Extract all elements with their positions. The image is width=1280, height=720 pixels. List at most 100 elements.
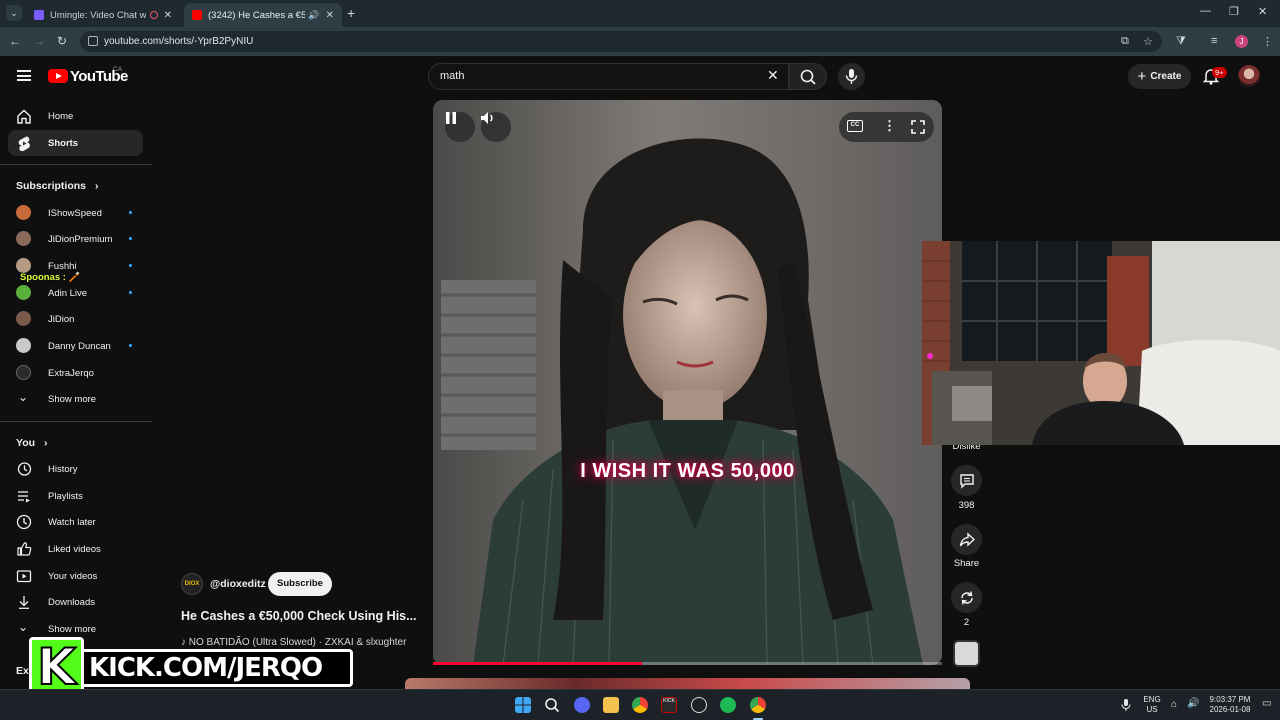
closed-captions-icon[interactable]: CC: [847, 120, 863, 132]
sidebar-item-history[interactable]: History: [8, 456, 143, 482]
discord-icon[interactable]: [574, 697, 590, 713]
sidebar-item-jidion[interactable]: JiDion: [8, 306, 143, 332]
tab-audio-icon[interactable]: 🔊: [308, 10, 319, 21]
minimize-window-icon[interactable]: —: [1200, 5, 1211, 17]
speaker-icon[interactable]: 🔊: [1187, 699, 1199, 709]
subscriptions-heading[interactable]: Subscriptions ›: [16, 180, 98, 192]
you-title: You: [16, 437, 36, 449]
video-title[interactable]: He Cashes a €50,000 Check Using His...: [181, 609, 417, 623]
player-top-right-controls: CC ⋮: [839, 112, 934, 142]
tab-search-dropdown-icon[interactable]: ⌄: [6, 5, 22, 21]
sidebar-item-danny-duncan[interactable]: Danny Duncan: [8, 333, 143, 359]
sidebar-item-label: Fushhi: [48, 261, 77, 272]
video-progress-fill: [433, 662, 642, 665]
sidebar-item-label: ExtraJerqo: [48, 368, 94, 379]
sidebar-item-downloads[interactable]: Downloads: [8, 589, 143, 615]
obs-icon[interactable]: [691, 697, 707, 713]
share-label: Share: [953, 558, 980, 569]
close-window-icon[interactable]: ✕: [1258, 5, 1267, 18]
app-icon[interactable]: KICK: [661, 697, 677, 713]
next-short-preview[interactable]: [405, 678, 970, 689]
close-tab-icon[interactable]: ✕: [164, 10, 172, 21]
browser-profile-avatar[interactable]: J: [1235, 35, 1248, 48]
kick-banner-text: KICK.COM/JERQO: [78, 649, 353, 687]
country-code: CA: [113, 66, 123, 73]
system-clock[interactable]: 9:03:37 PM 2026-01-08: [1204, 695, 1256, 715]
comments-button[interactable]: [951, 465, 982, 496]
voice-search-button[interactable]: [838, 63, 865, 90]
channel-avatar[interactable]: DIOX: [181, 573, 203, 595]
original-sound-thumbnail[interactable]: [953, 640, 980, 667]
sidebar-item-extrajerqo[interactable]: ExtraJerqo: [8, 360, 143, 386]
live-indicator: [129, 344, 132, 347]
shorts-video-player[interactable]: CC ⋮ I WISH IT WAS 50,000: [433, 100, 942, 665]
subscribe-button[interactable]: Subscribe: [268, 572, 332, 596]
chevron-down-icon: ⌄: [18, 620, 29, 634]
media-controls-icon[interactable]: ≡: [1211, 35, 1217, 47]
sidebar-item-ishowspeed[interactable]: IShowSpeed: [8, 200, 143, 226]
url-text: youtube.com/shorts/-YprB2PyNIU: [104, 36, 254, 47]
search-icon[interactable]: [544, 697, 560, 713]
create-button[interactable]: + Create: [1128, 64, 1191, 89]
sidebar-item-adin-live[interactable]: Adin Live: [8, 280, 143, 306]
reload-button[interactable]: ↻: [57, 34, 67, 48]
more-options-icon[interactable]: ⋮: [883, 118, 896, 134]
notification-center-icon[interactable]: ▭: [1262, 699, 1271, 709]
browser-menu-icon[interactable]: ⋮: [1262, 35, 1273, 48]
sidebar-item-label: Shorts: [48, 138, 79, 149]
bookmark-star-icon[interactable]: ☆: [1143, 35, 1153, 48]
sidebar-item-label: History: [48, 464, 78, 475]
input-language[interactable]: ENG US: [1141, 695, 1163, 715]
close-tab-icon[interactable]: ✕: [326, 10, 334, 21]
forward-button[interactable]: →: [33, 34, 45, 48]
pause-button[interactable]: [445, 112, 475, 142]
address-bar[interactable]: youtube.com/shorts/-YprB2PyNIU: [80, 31, 1162, 52]
sidebar-item-your-videos[interactable]: Your videos: [8, 563, 143, 589]
video-progress-bar[interactable]: [433, 662, 942, 665]
back-button[interactable]: ←: [9, 34, 21, 48]
network-icon[interactable]: ⌂: [1171, 700, 1177, 710]
tab-title: (3242) He Cashes a €50,000: [208, 9, 306, 21]
file-explorer-icon[interactable]: [603, 697, 619, 713]
channel-avatar: [16, 205, 31, 220]
youtube-favicon-icon: [192, 10, 202, 20]
new-tab-button[interactable]: +: [347, 5, 355, 21]
extensions-icon[interactable]: ⧩: [1176, 35, 1186, 48]
browser-tab-youtube[interactable]: (3242) He Cashes a €50,000 🔊 ✕: [184, 3, 342, 27]
sidebar-item-home[interactable]: Home: [8, 103, 143, 129]
video-caption-text: I WISH IT WAS 50,000: [580, 460, 795, 482]
sidebar-item-label: Danny Duncan: [48, 341, 111, 352]
sidebar-item-label: Watch later: [48, 517, 96, 528]
sidebar-item-playlists[interactable]: Playlists: [8, 483, 143, 509]
you-heading[interactable]: You ›: [16, 437, 47, 449]
sidebar-item-jidionpremium[interactable]: JiDionPremium: [8, 226, 143, 252]
share-button[interactable]: [951, 524, 982, 555]
sidebar-show-more[interactable]: ⌄ Show more: [8, 386, 143, 412]
account-avatar[interactable]: [1238, 65, 1260, 87]
remix-button[interactable]: [951, 582, 982, 613]
sidebar-item-shorts[interactable]: Shorts: [8, 130, 143, 156]
youtube-logo-icon[interactable]: [48, 69, 68, 83]
cast-icon[interactable]: ⧉: [1121, 35, 1129, 48]
menu-hamburger-icon[interactable]: [17, 70, 31, 81]
chrome-active-icon[interactable]: [750, 697, 766, 713]
channel-avatar: [16, 231, 31, 246]
chrome-icon[interactable]: [632, 697, 648, 713]
site-info-icon[interactable]: [88, 36, 98, 46]
clear-search-icon[interactable]: ✕: [767, 67, 779, 84]
search-input[interactable]: math: [428, 63, 789, 90]
microphone-icon[interactable]: [1120, 698, 1136, 714]
windows-start-icon[interactable]: [515, 697, 531, 713]
create-label: Create: [1150, 71, 1182, 82]
channel-handle[interactable]: @dioxeditz: [210, 578, 266, 590]
browser-tab-umingle[interactable]: Umingle: Video Chat with S ✕: [26, 3, 180, 27]
chevron-down-icon: ⌄: [18, 390, 29, 404]
sidebar-item-label: Your videos: [48, 571, 98, 582]
restore-window-icon[interactable]: ❐: [1229, 5, 1239, 18]
fullscreen-icon[interactable]: [911, 120, 925, 134]
sidebar-item-watch-later[interactable]: Watch later: [8, 509, 143, 535]
sidebar-item-liked-videos[interactable]: Liked videos: [8, 536, 143, 562]
spotify-icon[interactable]: [720, 697, 736, 713]
volume-button[interactable]: [481, 112, 511, 142]
search-button[interactable]: [788, 63, 827, 90]
